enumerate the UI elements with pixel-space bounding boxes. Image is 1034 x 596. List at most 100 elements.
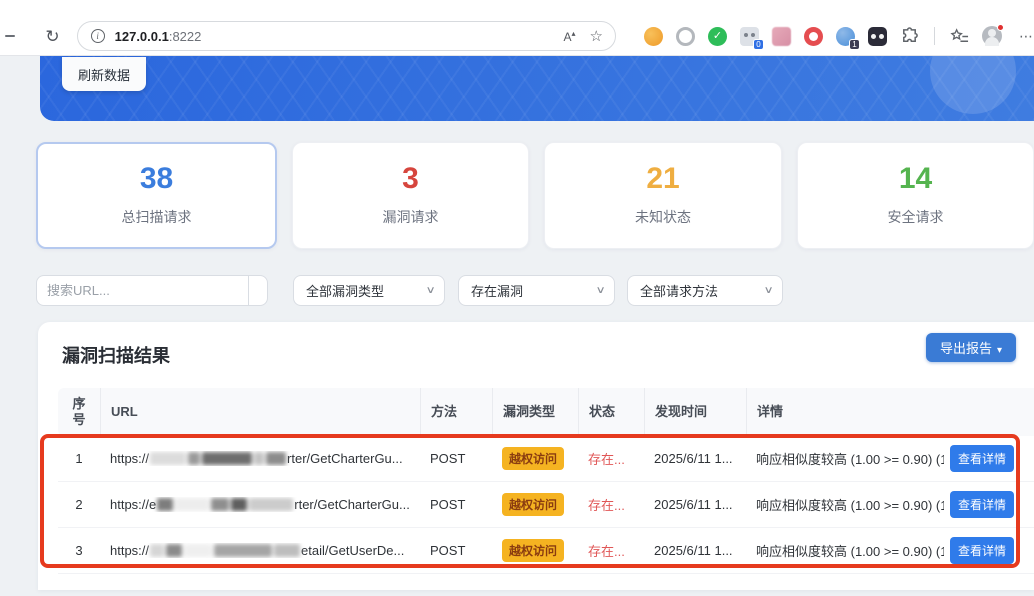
col-header-time: 发现时间	[644, 388, 746, 436]
browser-toolbar: ↻ i 127.0.0.1:8222 A▴ ☆ ✓ 0 1 ⋯	[0, 20, 1034, 52]
view-detail-button[interactable]: 查看详情	[950, 491, 1014, 518]
table-header-row: 序号 URL 方法 漏洞类型 状态 发现时间 详情	[58, 388, 1034, 436]
read-aloud-icon[interactable]: A▴	[564, 29, 576, 44]
address-bar[interactable]: i 127.0.0.1:8222 A▴ ☆	[77, 21, 616, 51]
stat-value: 38	[140, 164, 173, 194]
row-number: 3	[58, 543, 100, 558]
results-title: 漏洞扫描结果	[62, 342, 170, 368]
vuln-status-select-value: 存在漏洞	[471, 281, 523, 300]
vuln-type-badge: 越权访问	[502, 493, 564, 516]
browser-menu-icon[interactable]: ⋯	[1019, 28, 1034, 45]
request-method-select-value: 全部请求方法	[640, 281, 718, 300]
url-host: 127.0.0.1	[115, 29, 169, 44]
url-text[interactable]: 127.0.0.1:8222	[115, 29, 564, 44]
site-info-icon[interactable]: i	[91, 29, 105, 43]
extension-check-icon[interactable]: ✓	[708, 27, 727, 46]
row-method: POST	[420, 451, 492, 466]
row-vuln-type: 越权访问	[492, 539, 578, 562]
row-url: https://erter/GetCharterGu...	[100, 497, 420, 512]
request-method-select[interactable]: 全部请求方法 ∨	[627, 275, 783, 306]
toolbar-divider	[934, 27, 935, 45]
stat-value: 21	[646, 164, 679, 194]
table-row[interactable]: 1 https://rter/GetCharterGu... POST 越权访问…	[58, 436, 1034, 482]
row-number: 1	[58, 451, 100, 466]
col-header-status: 状态	[578, 388, 644, 436]
redacted-url-segment	[157, 498, 293, 511]
profile-avatar[interactable]	[982, 26, 1002, 46]
extension-emoji-icon[interactable]	[644, 27, 663, 46]
browser-chrome: ↻ i 127.0.0.1:8222 A▴ ☆ ✓ 0 1 ⋯	[0, 0, 1034, 56]
row-time: 2025/6/11 1...	[644, 543, 746, 558]
stat-value: 14	[899, 164, 932, 194]
results-table: 序号 URL 方法 漏洞类型 状态 发现时间 详情 1 https://rter…	[58, 388, 1034, 574]
stat-card-total[interactable]: 38 总扫描请求	[36, 142, 277, 249]
back-icon[interactable]	[5, 35, 15, 37]
notification-dot	[997, 24, 1004, 31]
search-url-input[interactable]	[36, 275, 248, 306]
extension-badge0-icon[interactable]: 0	[740, 27, 759, 46]
vuln-type-select-value: 全部漏洞类型	[306, 281, 384, 300]
refresh-data-button[interactable]: 刷新数据	[62, 57, 146, 91]
row-method: POST	[420, 543, 492, 558]
extension-red-icon[interactable]	[804, 27, 823, 46]
extension-badge1-icon[interactable]: 1	[836, 27, 855, 46]
chevron-down-icon: ∨	[425, 285, 435, 296]
row-detail: 响应相似度较高 (1.00 >= 0.90) (1... 查看详情	[746, 491, 1034, 518]
row-detail: 响应相似度较高 (1.00 >= 0.90) (1... 查看详情	[746, 445, 1034, 472]
extension-badge-count: 1	[849, 39, 860, 50]
stat-label: 漏洞请求	[383, 207, 439, 227]
col-header-no: 序号	[58, 388, 100, 436]
extensions-puzzle-icon[interactable]	[900, 27, 919, 46]
vuln-status-select[interactable]: 存在漏洞 ∨	[458, 275, 615, 306]
stat-card-unknown[interactable]: 21 未知状态	[544, 142, 782, 249]
url-port: :8222	[169, 29, 202, 44]
scanner-page: 刷新数据 38 总扫描请求 3 漏洞请求 21 未知状态 14 安全请求 全部漏…	[0, 56, 1034, 596]
stat-card-vulnerable[interactable]: 3 漏洞请求	[292, 142, 529, 249]
redacted-url-segment	[150, 544, 300, 557]
extension-row: ✓ 0 1 ⋯	[644, 26, 1034, 46]
reload-icon[interactable]: ↻	[45, 28, 59, 45]
search-submit-button[interactable]	[248, 275, 268, 306]
col-header-detail: 详情	[746, 388, 1034, 436]
stat-label: 总扫描请求	[122, 207, 192, 227]
results-panel: 漏洞扫描结果 导出报告▾ 序号 URL 方法 漏洞类型 状态 发现时间 详情 1…	[38, 322, 1034, 590]
stat-cards: 38 总扫描请求 3 漏洞请求 21 未知状态 14 安全请求	[36, 142, 1034, 249]
decorative-circle	[930, 56, 1016, 114]
export-report-button[interactable]: 导出报告▾	[926, 333, 1016, 362]
vuln-type-badge: 越权访问	[502, 539, 564, 562]
extension-ring-icon[interactable]	[676, 27, 695, 46]
vuln-type-badge: 越权访问	[502, 447, 564, 470]
row-status: 存在...	[578, 495, 644, 514]
col-header-type: 漏洞类型	[492, 388, 578, 436]
row-vuln-type: 越权访问	[492, 493, 578, 516]
row-time: 2025/6/11 1...	[644, 497, 746, 512]
row-number: 2	[58, 497, 100, 512]
row-vuln-type: 越权访问	[492, 447, 578, 470]
table-row[interactable]: 3 https://etail/GetUserDe... POST 越权访问 存…	[58, 528, 1034, 574]
url-search-group	[36, 275, 268, 306]
row-status: 存在...	[578, 541, 644, 560]
collections-icon[interactable]	[950, 27, 969, 46]
table-row[interactable]: 2 https://erter/GetCharterGu... POST 越权访…	[58, 482, 1034, 528]
col-header-method: 方法	[420, 388, 492, 436]
row-method: POST	[420, 497, 492, 512]
stat-value: 3	[402, 164, 419, 194]
favorite-star-icon[interactable]: ☆	[590, 27, 603, 45]
page-header-banner: 刷新数据	[40, 56, 1034, 121]
redacted-url-segment	[150, 452, 286, 465]
chevron-down-icon: ∨	[595, 285, 605, 296]
stat-label: 安全请求	[888, 207, 944, 227]
view-detail-button[interactable]: 查看详情	[950, 445, 1014, 472]
view-detail-button[interactable]: 查看详情	[950, 537, 1014, 564]
extension-pink-icon[interactable]	[772, 27, 791, 46]
row-url: https://rter/GetCharterGu...	[100, 451, 420, 466]
extension-dark-icon[interactable]	[868, 27, 887, 46]
vuln-type-select[interactable]: 全部漏洞类型 ∨	[293, 275, 445, 306]
row-time: 2025/6/11 1...	[644, 451, 746, 466]
stat-card-safe[interactable]: 14 安全请求	[797, 142, 1034, 249]
extension-badge-count: 0	[753, 39, 764, 50]
stat-label: 未知状态	[635, 207, 691, 227]
caret-down-icon: ▾	[997, 345, 1002, 356]
row-detail: 响应相似度较高 (1.00 >= 0.90) (1... 查看详情	[746, 537, 1034, 564]
col-header-url: URL	[100, 388, 420, 436]
